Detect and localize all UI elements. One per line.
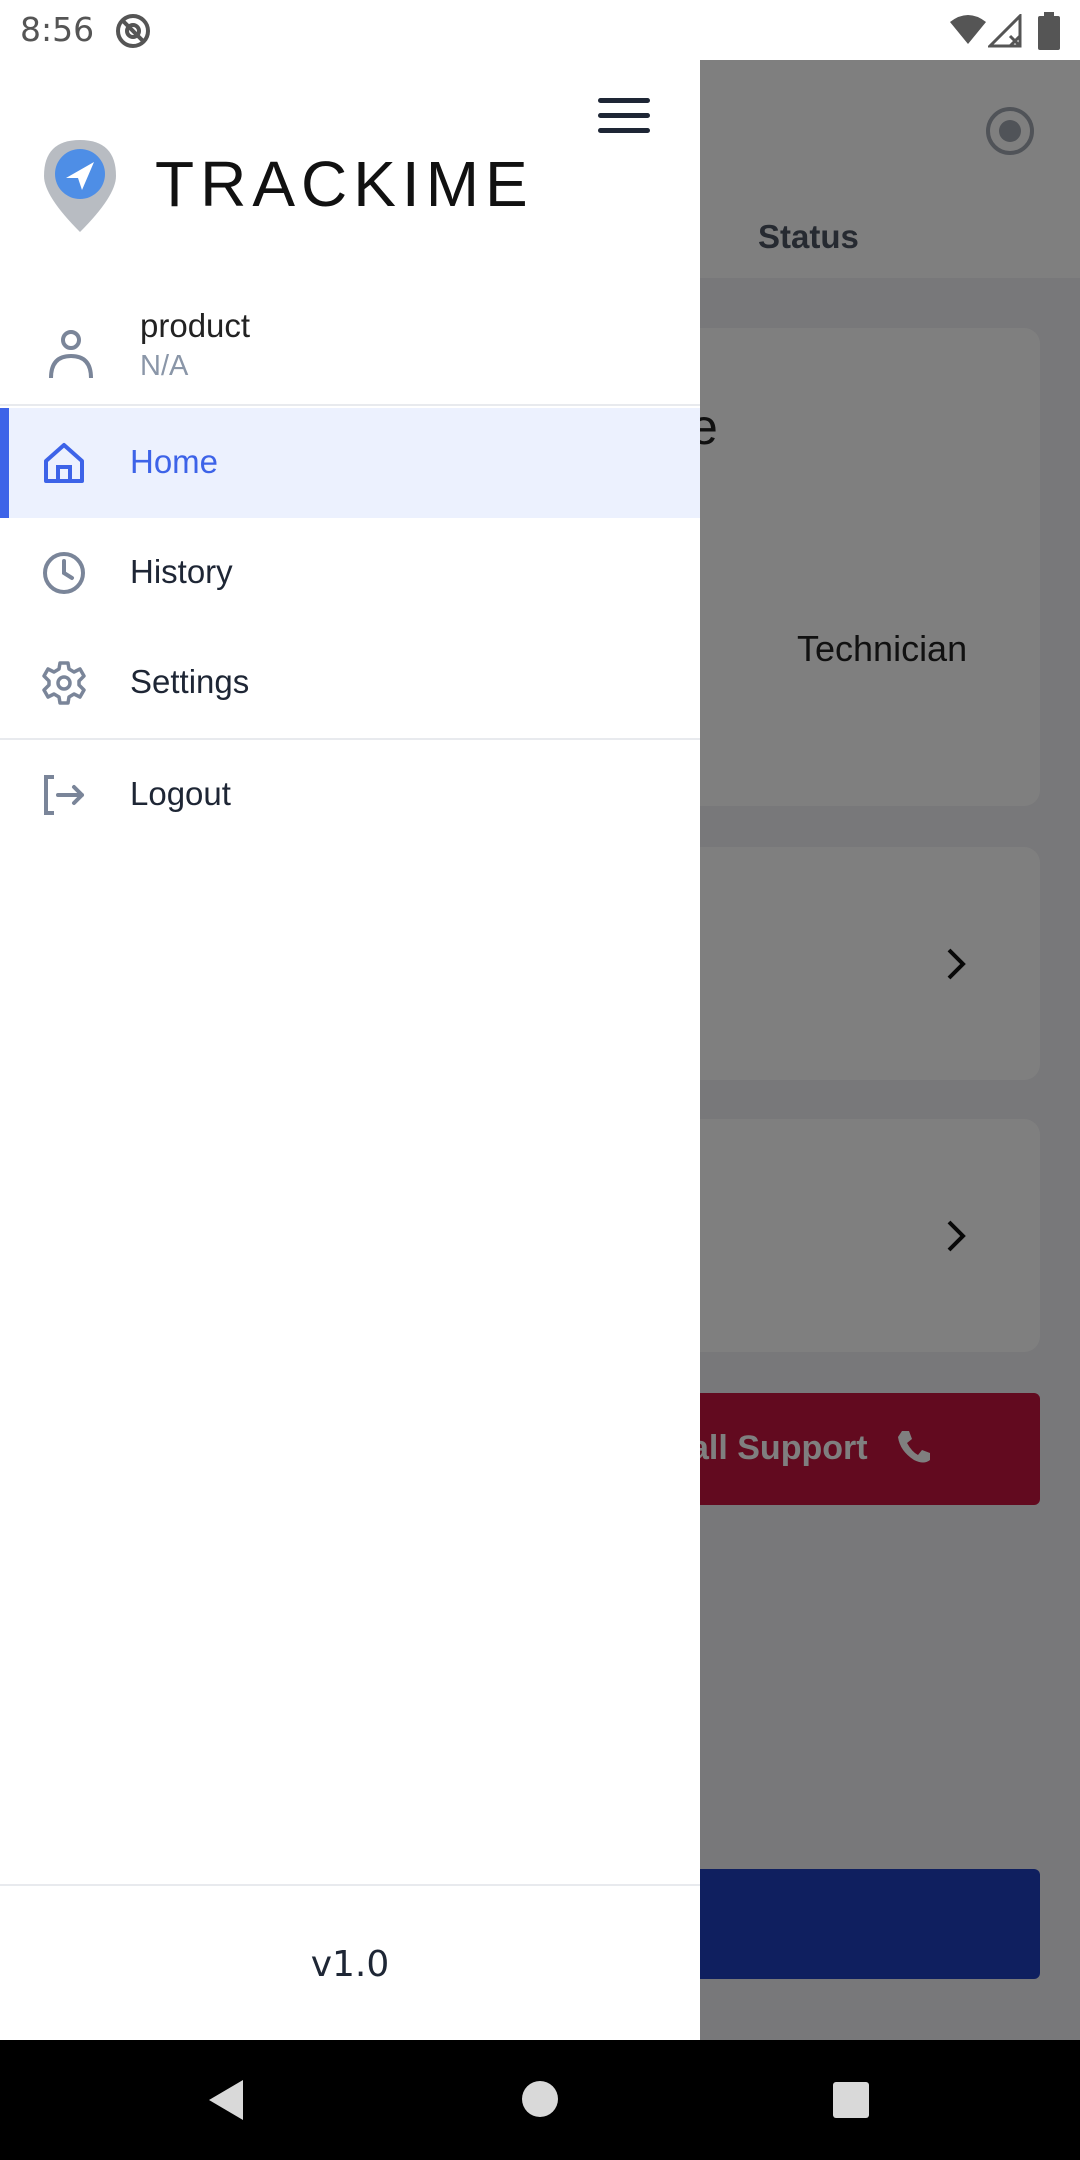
clock-icon	[43, 552, 85, 594]
nav-item-settings[interactable]: Settings	[0, 628, 700, 738]
brand-name: TRACKIME	[155, 148, 534, 220]
status-time: 8:56	[20, 10, 95, 49]
user-name: product	[140, 307, 251, 344]
nav-label-logout: Logout	[130, 775, 231, 812]
home-icon	[44, 443, 84, 483]
no-signal-icon	[988, 14, 1022, 48]
logout-icon	[44, 775, 84, 815]
at-sign-icon	[116, 14, 150, 48]
system-nav-bar	[0, 2040, 1080, 2160]
battery-icon	[1038, 12, 1060, 50]
user-profile: product N/A	[0, 282, 700, 406]
nav-label-home: Home	[130, 443, 219, 480]
footer-divider	[0, 1884, 700, 1886]
home-button-icon[interactable]	[521, 2080, 559, 2118]
nav-item-home[interactable]: Home	[0, 408, 700, 518]
nav-item-logout[interactable]: Logout	[0, 740, 700, 850]
wifi-icon	[950, 15, 986, 44]
menu-icon[interactable]	[598, 98, 650, 140]
user-icon	[49, 330, 93, 379]
nav-item-history[interactable]: History	[0, 518, 700, 628]
recents-icon[interactable]	[833, 2082, 869, 2118]
status-bar: 8:56	[0, 0, 1080, 60]
nav-label-settings: Settings	[130, 663, 250, 700]
navigation-drawer: TRACKIME product N/A Home History Settin…	[0, 60, 700, 2040]
nav-label-history: History	[130, 553, 233, 590]
back-icon[interactable]	[205, 2078, 245, 2122]
logo-pin-icon	[44, 140, 116, 232]
user-subtitle: N/A	[140, 350, 189, 382]
app-version: v1.0	[310, 1944, 390, 1985]
brand-logo: TRACKIME	[155, 148, 534, 220]
gear-icon	[42, 661, 86, 705]
